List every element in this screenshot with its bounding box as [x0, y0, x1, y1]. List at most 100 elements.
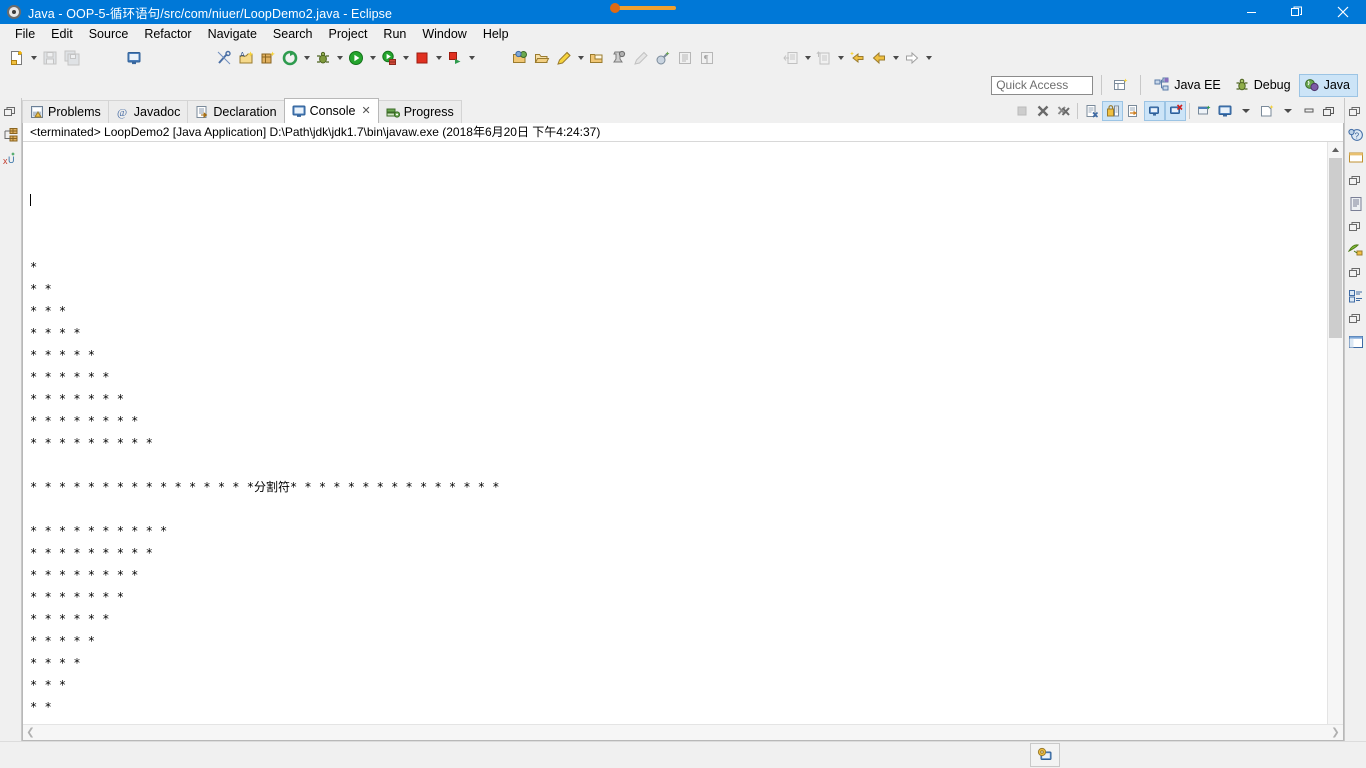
close-button[interactable] [1320, 0, 1366, 24]
servers-icon[interactable] [1346, 239, 1365, 260]
menu-help[interactable]: Help [475, 25, 517, 43]
maximize-view-icon[interactable] [1319, 101, 1340, 121]
new-dropdown-arrow[interactable] [28, 47, 39, 69]
javadoc-help-icon[interactable]: ? [1346, 124, 1365, 145]
restore-icon[interactable] [1346, 101, 1365, 122]
stop-icon[interactable] [411, 47, 433, 69]
window-icon[interactable] [1346, 147, 1365, 168]
restore-icon[interactable] [1346, 262, 1365, 283]
console-output-text[interactable]: * * * * * * * * * * * * * * * * * * * * * * * … [23, 142, 1327, 724]
junit-icon[interactable]: x U [1, 147, 20, 168]
open-perspective-button[interactable] [1110, 75, 1132, 95]
print-icon[interactable] [123, 47, 145, 69]
external-tool-run-icon[interactable] [652, 47, 674, 69]
pencil-dropdown-arrow[interactable] [575, 47, 586, 69]
maximize-button[interactable] [1274, 0, 1320, 24]
menu-file[interactable]: File [7, 25, 43, 43]
console-horizontal-scrollbar[interactable]: ❮ ❯ [23, 724, 1343, 740]
last-edit-location-icon[interactable] [780, 47, 802, 69]
console-vertical-scrollbar[interactable] [1327, 142, 1343, 724]
open-task-icon[interactable] [531, 47, 553, 69]
debug-dropdown-arrow[interactable] [334, 47, 345, 69]
run-server-icon[interactable] [378, 47, 400, 69]
scroll-up-arrow[interactable] [1328, 142, 1343, 157]
properties-icon[interactable] [1346, 285, 1365, 306]
back-icon[interactable] [868, 47, 890, 69]
remove-all-terminated-icon[interactable] [1053, 101, 1074, 121]
external-tools-icon[interactable] [279, 47, 301, 69]
external-tools-dropdown-arrow[interactable] [301, 47, 312, 69]
restore-icon[interactable] [1346, 216, 1365, 237]
scroll-right-arrow[interactable]: ❯ [1328, 725, 1343, 740]
menu-navigate[interactable]: Navigate [200, 25, 265, 43]
quick-access-input[interactable]: Quick Access [991, 75, 1094, 95]
run-icon[interactable] [345, 47, 367, 69]
stop-dropdown-arrow[interactable] [433, 47, 444, 69]
back-star-icon[interactable] [846, 47, 868, 69]
chevron-down-icon[interactable] [1235, 101, 1256, 121]
terminate-icon[interactable] [1011, 101, 1032, 121]
close-icon[interactable]: ✕ [361, 105, 370, 117]
menu-window[interactable]: Window [414, 25, 474, 43]
next-annotation-icon[interactable] [813, 47, 835, 69]
title-drag-handle[interactable] [608, 2, 680, 14]
new-icon[interactable] [6, 47, 28, 69]
menu-project[interactable]: Project [321, 25, 376, 43]
outline-icon[interactable] [1346, 193, 1365, 214]
scroll-down-arrow[interactable] [1328, 709, 1343, 724]
open-resource-icon[interactable] [586, 47, 608, 69]
word-wrap-icon[interactable] [1123, 101, 1144, 121]
pin-console-icon[interactable] [1193, 101, 1214, 121]
menu-run[interactable]: Run [375, 25, 414, 43]
publish-dropdown-arrow[interactable] [466, 47, 477, 69]
toggle-mark-occurrences-icon[interactable] [213, 47, 235, 69]
show-console-on-error-icon[interactable] [1165, 101, 1186, 121]
perspective-debug[interactable]: Debug [1229, 74, 1299, 97]
next-annotation-dropdown-arrow[interactable] [835, 47, 846, 69]
perspective-java[interactable]: Java [1298, 73, 1358, 97]
menu-source[interactable]: Source [81, 25, 137, 43]
scroll-lock-icon[interactable] [1102, 101, 1123, 121]
debug-icon[interactable] [312, 47, 334, 69]
last-edit-dropdown-arrow[interactable] [802, 47, 813, 69]
pencil-icon[interactable] [553, 47, 575, 69]
tab-problems[interactable]: Problems [22, 100, 109, 123]
remove-launch-icon[interactable] [1032, 101, 1053, 121]
run-server-dropdown-arrow[interactable] [400, 47, 411, 69]
block-selection-icon[interactable] [674, 47, 696, 69]
tab-javadoc[interactable]: @ Javadoc [107, 100, 189, 123]
open-console-icon[interactable] [1256, 101, 1277, 121]
run-dropdown-arrow[interactable] [367, 47, 378, 69]
new-java-class-icon[interactable]: A [235, 47, 257, 69]
display-selected-console-icon[interactable] [1214, 101, 1235, 121]
scroll-left-arrow[interactable]: ❮ [23, 725, 38, 740]
console-output-area[interactable]: * * * * * * * * * * * * * * * * * * * * * * * … [23, 142, 1343, 724]
menu-edit[interactable]: Edit [43, 25, 81, 43]
perspective-java-ee[interactable]: Java EE [1149, 74, 1229, 97]
back-dropdown-arrow[interactable] [890, 47, 901, 69]
new-java-package-icon[interactable] [257, 47, 279, 69]
minimize-view-icon[interactable] [1298, 101, 1319, 121]
vertical-scroll-thumb[interactable] [1329, 158, 1342, 338]
open-type-icon[interactable] [509, 47, 531, 69]
tab-progress[interactable]: Progress [377, 100, 462, 123]
tab-console[interactable]: Console ✕ [283, 98, 379, 123]
task-list-icon[interactable] [1346, 331, 1365, 352]
save-all-icon[interactable] [61, 47, 83, 69]
package-explorer-icon[interactable] [1, 124, 20, 145]
restore-icon[interactable] [1346, 170, 1365, 191]
minimize-button[interactable] [1228, 0, 1274, 24]
restore-icon[interactable] [1, 101, 20, 122]
restore-icon[interactable] [1346, 308, 1365, 329]
clear-console-icon[interactable] [1081, 101, 1102, 121]
menu-refactor[interactable]: Refactor [136, 25, 199, 43]
publish-icon[interactable] [444, 47, 466, 69]
tab-declaration[interactable]: Declaration [187, 100, 285, 123]
menu-search[interactable]: Search [265, 25, 321, 43]
forward-icon[interactable] [901, 47, 923, 69]
pin-icon[interactable] [608, 47, 630, 69]
save-icon[interactable] [39, 47, 61, 69]
show-console-on-output-icon[interactable] [1144, 101, 1165, 121]
bean-icon[interactable] [630, 47, 652, 69]
build-status-icon[interactable] [1030, 743, 1060, 767]
